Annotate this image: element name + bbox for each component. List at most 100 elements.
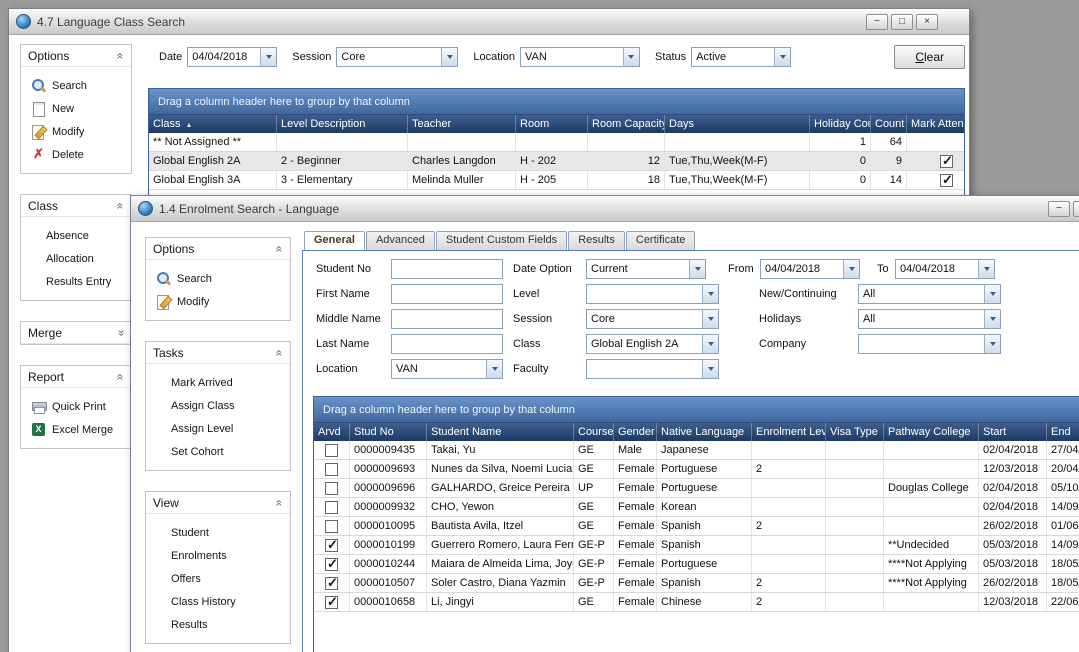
sidebar-item[interactable]: Search [21, 74, 131, 97]
column-header[interactable]: Class [149, 115, 277, 133]
column-header[interactable]: Stud No [350, 423, 427, 441]
middle-name-input[interactable] [391, 309, 503, 329]
dropdown-arrow-icon[interactable] [984, 285, 1000, 303]
sidebar-group-header[interactable]: Options [146, 238, 290, 260]
collapse-chevron-icon[interactable] [115, 202, 127, 209]
collapse-chevron-icon[interactable] [274, 499, 286, 506]
student-no-input[interactable] [391, 259, 503, 279]
sidebar-item[interactable]: Modify [21, 120, 131, 143]
column-header[interactable]: Days [665, 115, 810, 133]
dropdown-arrow-icon[interactable] [702, 310, 718, 328]
table-row[interactable]: 0000009696 GALHARDO, Greice Pereira UP F… [314, 479, 1079, 498]
filter-combobox[interactable]: 04/04/2018 [187, 47, 277, 67]
arrived-checkbox[interactable] [325, 501, 338, 514]
tab[interactable]: Certificate [626, 231, 696, 250]
sidebar-item[interactable]: Search [146, 267, 290, 290]
sidebar-group-header[interactable]: Merge [21, 322, 131, 344]
column-header[interactable]: Teacher [408, 115, 516, 133]
collapse-chevron-icon[interactable] [115, 329, 127, 336]
sidebar-item[interactable]: Quick Print [21, 395, 131, 418]
dropdown-arrow-icon[interactable] [689, 260, 705, 278]
column-header[interactable]: Course [574, 423, 614, 441]
sidebar-item[interactable]: Results Entry [21, 270, 131, 293]
column-header[interactable]: Start [979, 423, 1047, 441]
column-header[interactable]: Level Description [277, 115, 408, 133]
dropdown-arrow-icon[interactable] [702, 335, 718, 353]
group-by-band[interactable]: Drag a column header here to group by th… [149, 89, 964, 115]
sidebar-item[interactable]: Offers [146, 567, 290, 590]
sidebar-item[interactable]: Set Cohort [146, 440, 290, 463]
class-combobox[interactable]: Global English 2A [586, 334, 719, 354]
column-header[interactable]: Count [871, 115, 907, 133]
holidays-combobox[interactable]: All [858, 309, 1001, 329]
dropdown-arrow-icon[interactable] [486, 360, 502, 378]
column-header[interactable]: End [1047, 423, 1079, 441]
close-button[interactable]: × [916, 14, 938, 30]
dropdown-arrow-icon[interactable] [623, 48, 639, 66]
maximize-button[interactable]: □ [1073, 201, 1079, 217]
group-by-band[interactable]: Drag a column header here to group by th… [314, 397, 1079, 423]
date-option-combobox[interactable]: Current [586, 259, 706, 279]
table-row[interactable]: 0000010507 Soler Castro, Diana Yazmin GE… [314, 574, 1079, 593]
filter-combobox[interactable]: Core [336, 47, 458, 67]
arrived-checkbox[interactable] [325, 596, 338, 609]
sidebar-item[interactable]: Delete [21, 143, 131, 166]
first-name-input[interactable] [391, 284, 503, 304]
titlebar-language-class-search[interactable]: 4.7 Language Class Search − □ × [9, 9, 969, 35]
sidebar-item[interactable]: Allocation [21, 247, 131, 270]
sidebar-group-header[interactable]: Report [21, 366, 131, 388]
arrived-checkbox[interactable] [325, 539, 338, 552]
table-row[interactable]: Global English 2A 2 - Beginner Charles L… [149, 152, 964, 171]
sidebar-item[interactable]: Student [146, 521, 290, 544]
collapse-chevron-icon[interactable] [274, 349, 286, 356]
dropdown-arrow-icon[interactable] [702, 360, 718, 378]
table-row[interactable]: 0000009932 CHO, Yewon GE Female Korean 0… [314, 498, 1079, 517]
column-header[interactable]: Enrolment Level [752, 423, 826, 441]
mark-attendance-checkbox[interactable] [940, 155, 953, 168]
column-header[interactable]: Visa Type [826, 423, 884, 441]
collapse-chevron-icon[interactable] [274, 245, 286, 252]
dropdown-arrow-icon[interactable] [978, 260, 994, 278]
sidebar-item[interactable]: Enrolments [146, 544, 290, 567]
column-header[interactable]: Room Capacity [588, 115, 665, 133]
column-header[interactable]: Student Name [427, 423, 574, 441]
dropdown-arrow-icon[interactable] [441, 48, 457, 66]
dropdown-arrow-icon[interactable] [843, 260, 859, 278]
tab[interactable]: Student Custom Fields [436, 231, 567, 250]
sidebar-item[interactable]: Modify [146, 290, 290, 313]
mark-attendance-checkbox[interactable] [940, 174, 953, 187]
faculty-combobox[interactable] [586, 359, 719, 379]
dropdown-arrow-icon[interactable] [702, 285, 718, 303]
table-row[interactable]: 0000009435 Takai, Yu GE Male Japanese 02… [314, 441, 1079, 460]
arrived-checkbox[interactable] [325, 520, 338, 533]
dropdown-arrow-icon[interactable] [984, 310, 1000, 328]
tab[interactable]: Advanced [366, 231, 435, 250]
to-date-picker[interactable]: 04/04/2018 [895, 259, 995, 279]
arrived-checkbox[interactable] [325, 577, 338, 590]
column-header[interactable]: Holiday Count [810, 115, 871, 133]
tab[interactable]: General [304, 231, 365, 250]
maximize-button[interactable]: □ [891, 14, 913, 30]
dropdown-arrow-icon[interactable] [774, 48, 790, 66]
column-header[interactable]: Pathway College [884, 423, 979, 441]
column-header[interactable]: Native Language [657, 423, 752, 441]
sidebar-item[interactable]: Assign Level [146, 417, 290, 440]
filter-combobox[interactable]: VAN [520, 47, 640, 67]
sidebar-item[interactable]: Class History [146, 590, 290, 613]
table-row[interactable]: 0000010658 Li, Jingyi GE Female Chinese … [314, 593, 1079, 612]
dropdown-arrow-icon[interactable] [260, 48, 276, 66]
level-combobox[interactable] [586, 284, 719, 304]
table-row[interactable]: ** Not Assigned ** 1 64 [149, 133, 964, 152]
column-header[interactable]: Room [516, 115, 588, 133]
arrived-checkbox[interactable] [325, 482, 338, 495]
collapse-chevron-icon[interactable] [115, 373, 127, 380]
new-continuing-combobox[interactable]: All [858, 284, 1001, 304]
session-combobox[interactable]: Core [586, 309, 719, 329]
titlebar-enrolment-search[interactable]: 1.4 Enrolment Search - Language − □ × [131, 196, 1079, 222]
arrived-checkbox[interactable] [325, 558, 338, 571]
sidebar-group-header[interactable]: Options [21, 45, 131, 67]
table-row[interactable]: 0000009693 Nunes da Silva, Noemi Lucia G… [314, 460, 1079, 479]
sidebar-item[interactable]: New [21, 97, 131, 120]
clear-button[interactable]: Clear [894, 45, 965, 69]
filter-combobox[interactable]: Active [691, 47, 791, 67]
